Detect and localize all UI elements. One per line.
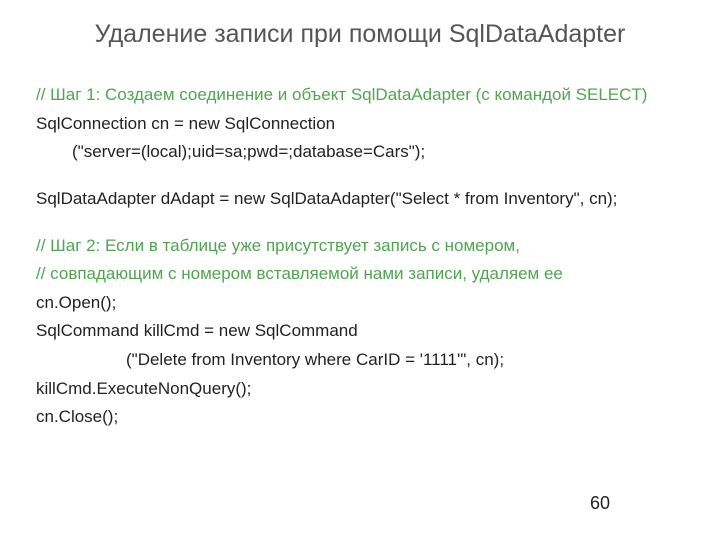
code-line: cn.Open(); <box>36 291 684 316</box>
code-line: SqlDataAdapter dAdapt = new SqlDataAdapt… <box>36 187 684 212</box>
code-line: cn.Close(); <box>36 405 684 430</box>
spacer <box>36 169 684 187</box>
slide-title: Удаление записи при помощи SqlDataAdapte… <box>36 20 684 49</box>
slide-body: // Шаг 1: Создаем соединение и объект Sq… <box>36 83 684 430</box>
code-line: ("server=(local);uid=sa;pwd=;database=Ca… <box>36 140 684 165</box>
spacer <box>36 216 684 234</box>
comment-step2b: // совпадающим с номером вставляемой нам… <box>36 262 684 287</box>
page-number: 60 <box>590 493 610 514</box>
slide: Удаление записи при помощи SqlDataAdapte… <box>0 0 720 540</box>
code-line: SqlConnection cn = new SqlConnection <box>36 112 684 137</box>
comment-step2a: // Шаг 2: Если в таблице уже присутствуе… <box>36 234 684 259</box>
code-line: SqlCommand killCmd = new SqlCommand <box>36 319 684 344</box>
code-line: ("Delete from Inventory where CarID = '1… <box>36 348 684 373</box>
code-line: killCmd.ExecuteNonQuery(); <box>36 377 684 402</box>
comment-step1: // Шаг 1: Создаем соединение и объект Sq… <box>36 83 684 108</box>
